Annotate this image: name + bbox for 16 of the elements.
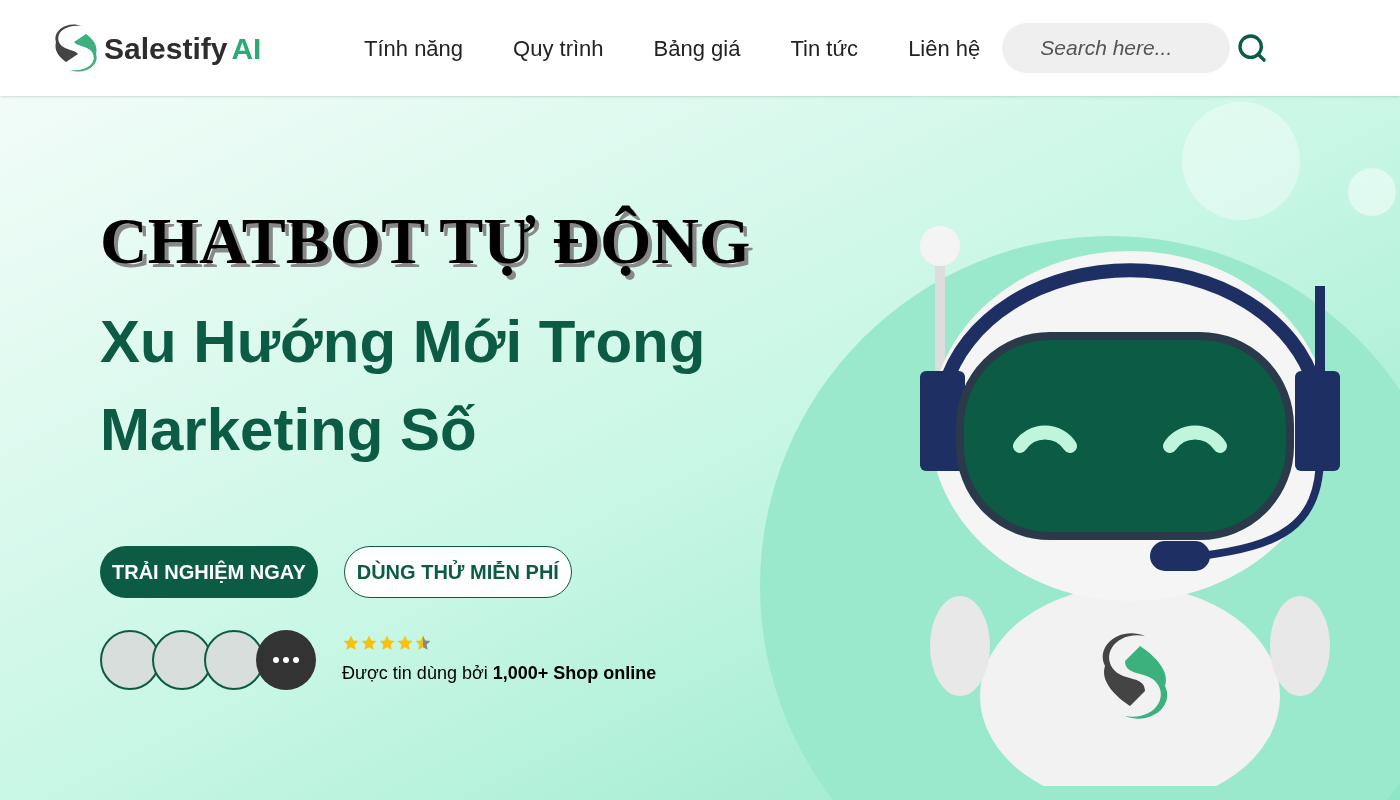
search-field[interactable]: Search here...: [1002, 23, 1231, 73]
nav-link[interactable]: Tin tức: [790, 31, 859, 65]
search-icon[interactable]: [1236, 32, 1269, 64]
nav-link[interactable]: Quy trình: [513, 31, 604, 65]
bubble-decoration: [1348, 168, 1396, 216]
trust-text: Được tin dùng bởi 1,000+ Shop online: [342, 661, 657, 685]
hero-subtitle: Xu Hướng Mới Trong Marketing Số: [100, 307, 707, 465]
logo-suffix: AI: [231, 30, 262, 67]
nav-link[interactable]: Liên hệ: [908, 31, 981, 65]
cta-button[interactable]: TRẢI NGHIỆM NGAY: [100, 546, 318, 598]
nav-link[interactable]: Tính năng: [364, 31, 464, 65]
nav-link[interactable]: Bảng giá: [653, 31, 741, 65]
more-avatars-icon: [256, 630, 316, 690]
logo-icon: [52, 22, 100, 74]
logo-text: Salestify: [104, 30, 228, 67]
cta-button[interactable]: DÙNG THỬ MIỄN PHÍ: [343, 546, 572, 598]
